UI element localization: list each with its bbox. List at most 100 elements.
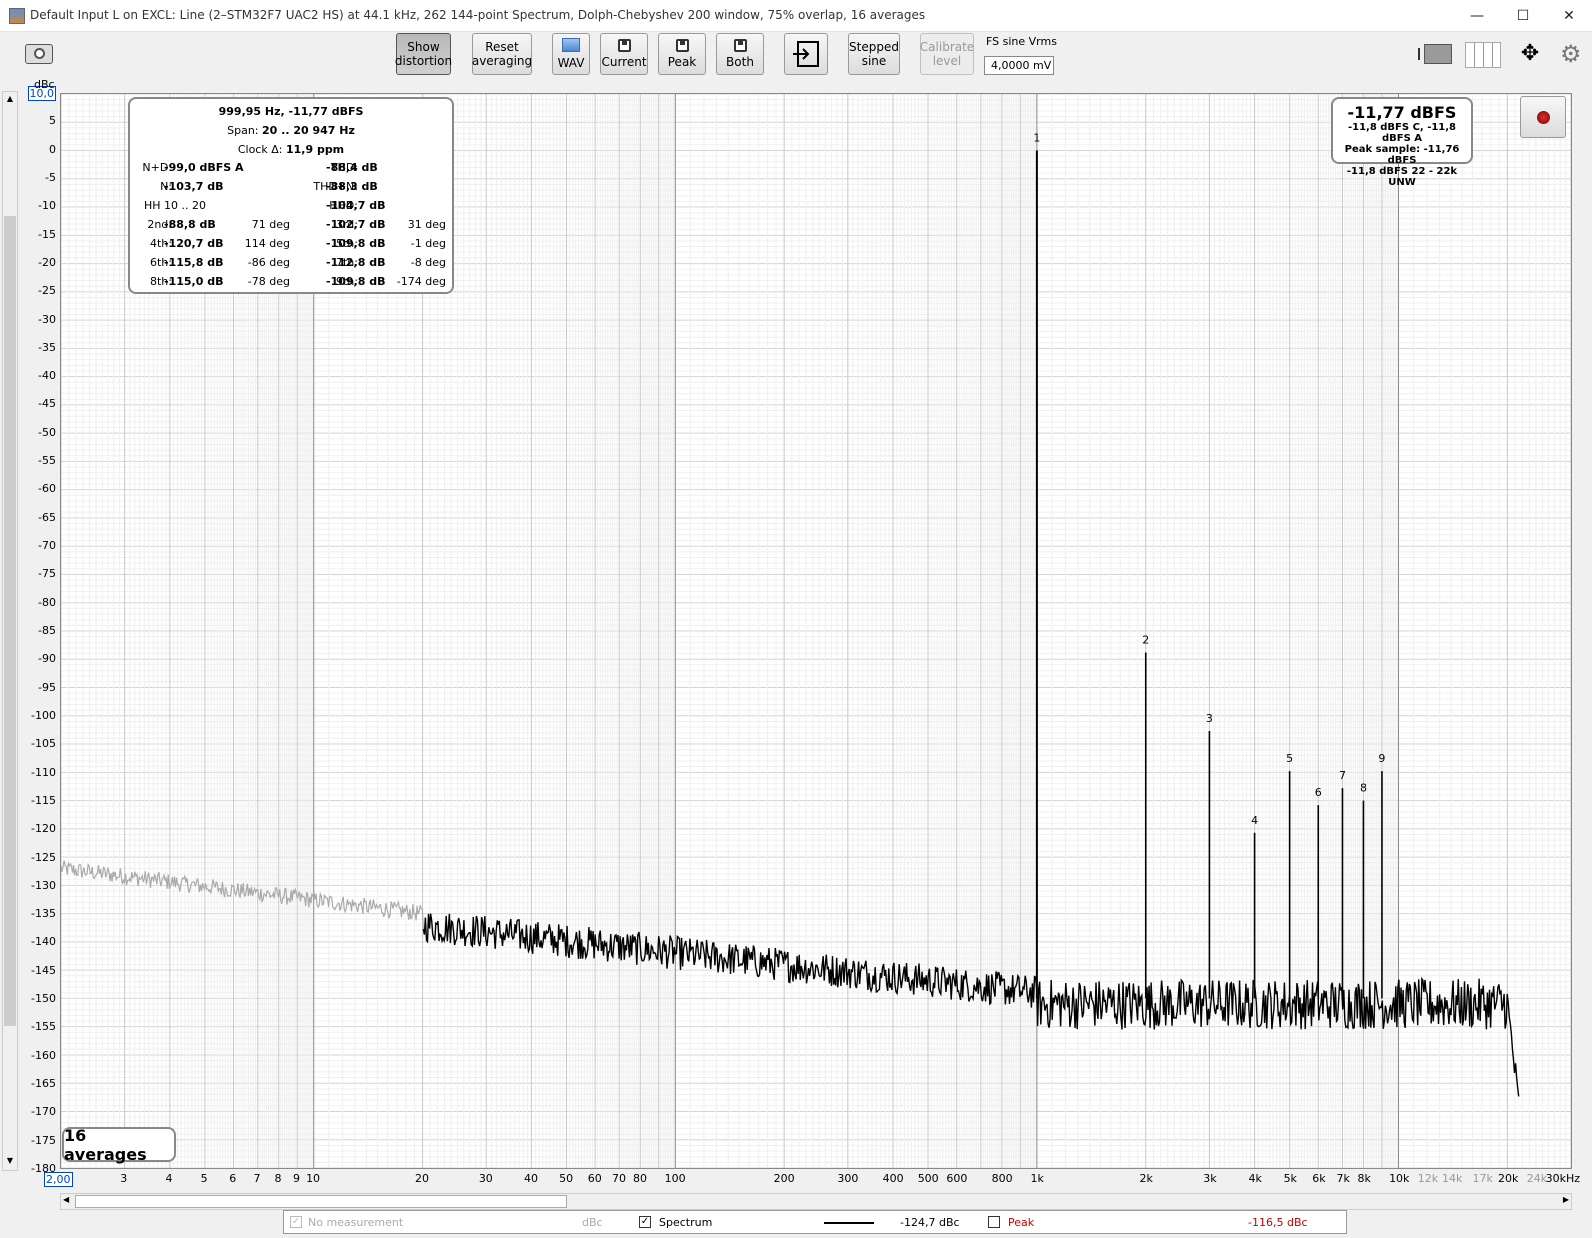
info-cell: -88,8 dB	[164, 218, 216, 231]
x-tick-label: 8k	[1357, 1172, 1371, 1185]
distortion-info-panel: 999,95 Hz, -11,77 dBFS Span: 20 .. 20 94…	[128, 97, 454, 294]
x-tick-label: 10k	[1389, 1172, 1410, 1185]
reset-averaging-label-1: Reset	[485, 40, 519, 54]
columns-icon[interactable]	[1465, 42, 1501, 68]
spectrum-checkbox[interactable]: ✓	[639, 1216, 651, 1228]
y-tick-label: -15	[38, 227, 56, 241]
folder-icon	[562, 38, 580, 52]
y-tick-label: -10	[38, 199, 56, 213]
app-icon	[9, 8, 25, 24]
level-line-1: -11,8 dBFS C, -11,8 dBFS A	[1347, 122, 1457, 144]
info-cell: -88,4 dB	[326, 161, 378, 174]
settings-gear-icon[interactable]: ⚙	[1560, 40, 1586, 68]
info-cell: 31 deg	[407, 218, 446, 231]
y-tick-label: -105	[31, 737, 56, 751]
save-current-button[interactable]: Current	[600, 33, 648, 75]
scroll-thumb[interactable]	[4, 216, 16, 1026]
x-tick-label: 14k	[1441, 1172, 1463, 1185]
info-cell: -112,8 dB	[326, 256, 386, 269]
window-title: Default Input L on EXCL: Line (2–STM32F7…	[30, 8, 926, 22]
show-distortion-label-1: Show	[407, 40, 440, 54]
camera-icon[interactable]	[25, 44, 53, 64]
calibrate-label-1: Calibrate	[919, 40, 975, 54]
wav-button[interactable]: WAV	[552, 33, 590, 75]
y-tick-label: -85	[38, 624, 56, 637]
x-tick-label: 8	[274, 1172, 282, 1185]
no-measurement-label: No measurement	[308, 1216, 404, 1229]
info-cell: -174 deg	[396, 275, 446, 288]
import-icon	[793, 41, 819, 67]
spectrum-label: Spectrum	[659, 1216, 713, 1229]
x-tick-label: 4	[165, 1172, 173, 1185]
info-cell: -86 deg	[247, 256, 290, 269]
peak-label: Peak	[667, 55, 697, 69]
harmonic-9-label: 9	[1378, 752, 1385, 765]
y-tick-label: -165	[31, 1077, 56, 1091]
x-tick-label: 12k	[1417, 1172, 1439, 1185]
save-both-button[interactable]: Both	[716, 33, 764, 75]
info-header: 999,95 Hz, -11,77 dBFS	[218, 105, 364, 118]
x-tick-label: 3k	[1203, 1172, 1217, 1185]
save-peak-button[interactable]: Peak	[658, 33, 706, 75]
info-cell: -1 deg	[410, 237, 446, 250]
x-tick-label: 6	[229, 1172, 237, 1185]
minimize-button[interactable]: —	[1454, 0, 1500, 31]
scroll-up-icon[interactable]: ▲	[4, 94, 16, 106]
import-button[interactable]	[784, 33, 828, 75]
info-span: Span: 20 .. 20 947 Hz	[130, 124, 452, 137]
harmonic-6-label: 6	[1315, 786, 1322, 799]
y-tick-label: -80	[38, 595, 56, 609]
spectrum-line-swatch	[824, 1222, 874, 1224]
vertical-scrollbar[interactable]: ▲ ▼	[2, 91, 18, 1171]
y-tick-label: -35	[38, 340, 56, 354]
title-bar: Default Input L on EXCL: Line (2–STM32F7…	[0, 0, 1592, 32]
x-tick-label: 100	[664, 1172, 686, 1185]
x-tick-label: 6k	[1312, 1172, 1326, 1185]
close-button[interactable]: ✕	[1546, 0, 1592, 31]
y-tick-label: -100	[31, 708, 56, 722]
x-tick-label: 24k	[1526, 1172, 1548, 1185]
scroll-left-icon[interactable]: ◀	[63, 1195, 69, 1204]
info-cell: -104,7 dB	[326, 199, 386, 212]
clock-value: 11,9 ppm	[285, 143, 345, 156]
scroll-right-icon[interactable]: ▶	[1563, 1195, 1569, 1204]
spectrum-value: -124,7 dBc	[900, 1216, 960, 1229]
calibrate-label-2: level	[932, 54, 962, 68]
peak-checkbox[interactable]	[988, 1216, 1000, 1228]
stepped-sine-button[interactable]: Stepped sine	[848, 33, 900, 75]
y-tick-label: -160	[31, 1048, 56, 1062]
info-cell: HH 10 .. 20	[144, 199, 207, 212]
y-tick-label: -150	[31, 992, 56, 1006]
x-tick-label: 2,00	[44, 1172, 73, 1187]
harmonic-3-label: 3	[1206, 712, 1213, 725]
x-tick-label: 9	[293, 1172, 300, 1185]
harmonic-1-label: 1	[1033, 132, 1040, 145]
y-tick-label: -25	[38, 284, 56, 298]
scroll-down-icon[interactable]: ▼	[4, 1156, 16, 1168]
info-clock: Clock Δ: 11,9 ppm	[130, 143, 452, 156]
record-button[interactable]	[1520, 96, 1566, 138]
y-tick-label: 0	[49, 142, 56, 156]
harmonic-5-label: 5	[1286, 752, 1293, 765]
horizontal-scrollbar[interactable]: ◀ ▶	[60, 1193, 1572, 1210]
info-cell: -103,7 dB	[164, 180, 224, 193]
y-tick-label: -30	[38, 312, 56, 326]
y-tick-label: -155	[31, 1020, 56, 1034]
no-measurement-unit: dBc	[582, 1216, 603, 1229]
stepped-sine-label-1: Stepped	[849, 40, 899, 54]
info-cell: -109,8 dB	[326, 237, 386, 250]
graph-layout-icon[interactable]	[1418, 42, 1452, 66]
show-distortion-button[interactable]: Show distortion	[395, 33, 452, 75]
x-tick-label: 40	[524, 1172, 539, 1185]
x-tick-label: 5	[200, 1172, 208, 1185]
fs-sine-input[interactable]: 4,0000 mV	[984, 56, 1054, 75]
calibrate-level-button[interactable]: Calibrate level	[920, 33, 974, 75]
x-tick-label: 30kHz	[1545, 1172, 1580, 1185]
y-tick-label: -135	[31, 907, 56, 921]
reset-averaging-button[interactable]: Reset averaging	[472, 33, 532, 75]
resize-arrows-icon[interactable]: ✥	[1512, 40, 1548, 68]
hscroll-thumb[interactable]	[75, 1195, 567, 1208]
maximize-button[interactable]: ☐	[1500, 0, 1546, 31]
y-tick-label: -60	[38, 482, 56, 496]
no-measurement-checkbox[interactable]: ✓	[290, 1216, 302, 1228]
